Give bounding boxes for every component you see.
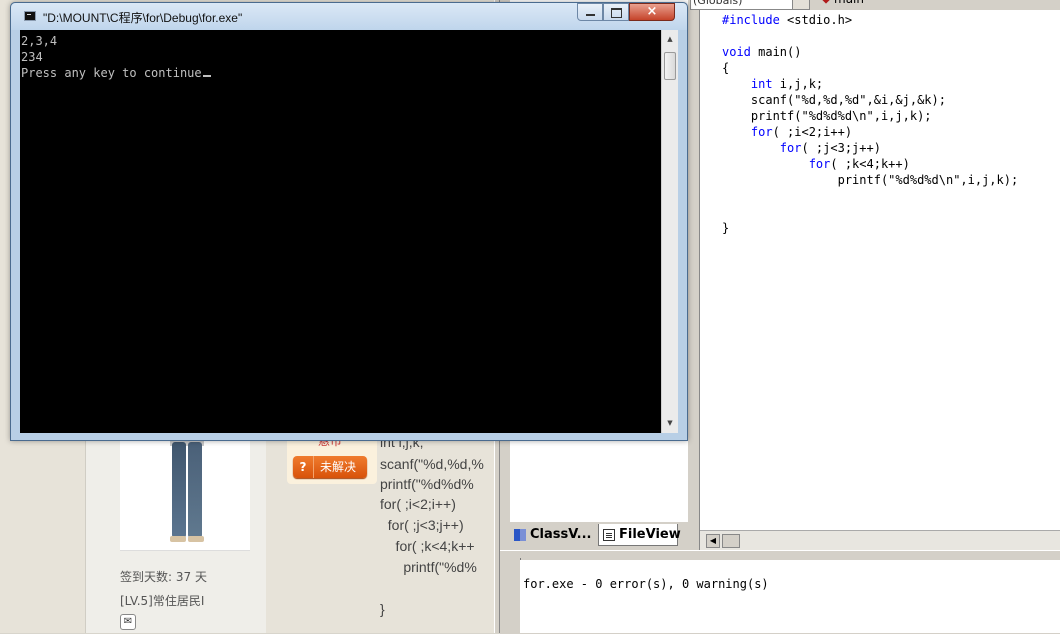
editor-horizontal-scrollbar[interactable]: ◀ [700,530,1060,550]
post-code-line: } [380,601,385,617]
close-icon: × [646,4,658,19]
classview-icon [514,529,526,541]
unsolved-button[interactable]: ? 未解决 [293,456,367,478]
globals-combo[interactable]: (Globals) [690,0,794,10]
build-output-pane[interactable]: for.exe - 0 error(s), 0 warning(s) [520,560,1060,633]
console-app-icon[interactable] [24,11,36,21]
minimize-icon [586,14,595,16]
question-icon: ? [293,456,314,478]
code-line: for( ;k<4;k++) [722,157,910,171]
window-title: "D:\MOUNT\C程序\for\Debug\for.exe" [43,11,243,25]
post-code-line: for( ;k<4;k++ [380,538,475,554]
code-line: int i,j,k; [722,77,824,91]
console-prompt-line: Press any key to continue [21,66,211,80]
scroll-down-arrow-icon[interactable]: ▼ [664,416,676,430]
code-line: for( ;j<3;j++) [722,141,881,155]
maximize-icon [611,8,622,18]
scroll-thumb[interactable] [664,52,676,80]
code-line: #include <stdio.h> [722,13,853,27]
console-prompt-text: Press any key to continue [21,66,202,80]
post-code-line: scanf("%d,%d,% [380,456,484,472]
user-level-text: [LV.5]常住居民I [120,594,205,608]
close-button[interactable]: × [629,3,675,21]
code-line: printf("%d%d%d\n",i,j,k); [722,173,1019,187]
post-code-line: for( ;j<3;j++) [380,517,464,533]
fileview-icon [603,529,615,541]
code-line: scanf("%d,%d,%d",&i,&j,&k); [722,93,946,107]
maximize-button[interactable] [603,3,629,21]
tab-classview[interactable]: ClassV... [510,524,596,546]
scroll-thumb[interactable] [722,534,740,548]
console-line: 234 [21,50,43,64]
unsolved-label: 未解决 [320,460,357,474]
workspace-tabs: ClassV... FileView [500,522,706,550]
combo-dropdown-button[interactable] [792,0,810,10]
function-combo[interactable]: main [834,0,864,6]
code-line: printf("%d%d%d\n",i,j,k); [722,109,932,123]
console-line: 2,3,4 [21,34,58,48]
text-cursor [202,75,211,77]
minimize-button[interactable] [577,3,603,21]
tab-fileview[interactable]: FileView [598,524,681,546]
code-line: } [722,221,730,235]
post-code-line: printf("%d%d% [380,476,474,492]
photo-leg-left [172,442,186,538]
scroll-up-arrow-icon[interactable]: ▲ [664,32,676,46]
scroll-left-arrow-icon[interactable]: ◀ [706,534,720,548]
photo-leg-right [188,442,202,538]
message-icon[interactable]: ✉ [120,614,136,630]
post-code-block: int i,j,k; scanf("%d,%d,% printf("%d%d% … [380,432,498,633]
code-line: { [722,61,730,75]
sign-days-text: 签到天数: 37 天 [120,570,207,584]
console-window[interactable]: "D:\MOUNT\C程序\for\Debug\for.exe" × 2,3,4… [10,2,688,441]
ide-toolbar: (Globals) [688,0,1060,10]
editor-frame [688,10,700,550]
photo-shoe-right [188,536,204,542]
tab-classview-label: ClassV... [530,527,592,542]
code-line: void main() [722,45,802,59]
avatar-photo [120,432,250,551]
build-output-text: for.exe - 0 error(s), 0 warning(s) [523,577,769,591]
code-line: for( ;i<2;i++) [722,125,853,139]
console-vertical-scrollbar[interactable]: ▲ ▼ [661,30,678,433]
tab-fileview-label: FileView [619,527,681,542]
editor-margin [700,10,720,530]
post-code-line: printf("%d% [380,559,477,575]
post-code-line: for( ;i<2;i++) [380,496,456,512]
code-editor[interactable]: #include <stdio.h> void main() { int i,j… [720,10,1060,530]
photo-shoe-left [170,536,186,542]
console-output[interactable]: 2,3,4 234 Press any key to continue [20,30,661,433]
